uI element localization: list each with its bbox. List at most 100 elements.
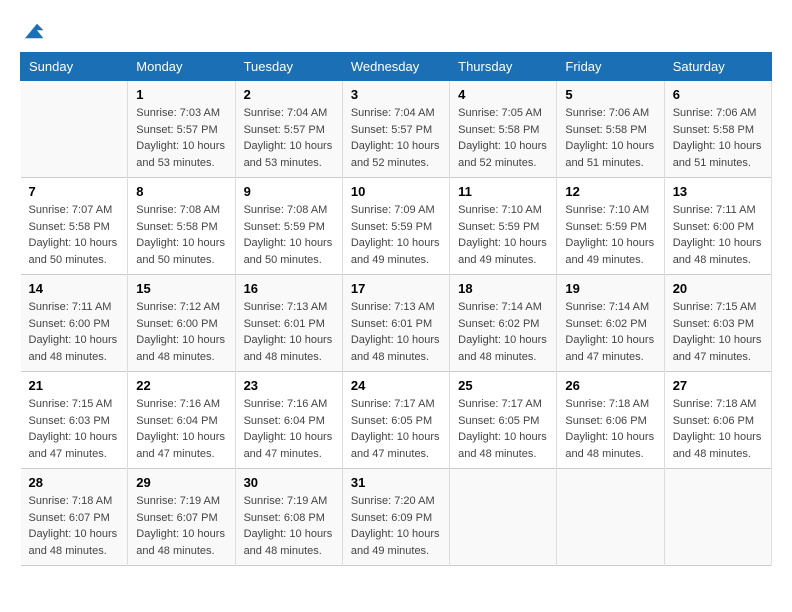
- calendar-cell: 9 Sunrise: 7:08 AMSunset: 5:59 PMDaylight…: [235, 178, 342, 275]
- day-info: Sunrise: 7:15 AMSunset: 6:03 PMDaylight:…: [29, 396, 120, 462]
- day-info: Sunrise: 7:03 AMSunset: 5:57 PMDaylight:…: [136, 105, 226, 171]
- day-number: 28: [29, 475, 120, 490]
- day-number: 31: [351, 475, 441, 490]
- day-info: Sunrise: 7:19 AMSunset: 6:08 PMDaylight:…: [244, 493, 334, 559]
- day-info: Sunrise: 7:14 AMSunset: 6:02 PMDaylight:…: [458, 299, 548, 365]
- day-number: 24: [351, 378, 441, 393]
- day-info: Sunrise: 7:08 AMSunset: 5:58 PMDaylight:…: [136, 202, 226, 268]
- page-header: [20, 20, 772, 42]
- calendar-cell: 29 Sunrise: 7:19 AMSunset: 6:07 PMDayligh…: [128, 469, 235, 566]
- day-info: Sunrise: 7:04 AMSunset: 5:57 PMDaylight:…: [351, 105, 441, 171]
- calendar-cell: 21 Sunrise: 7:15 AMSunset: 6:03 PMDayligh…: [21, 372, 128, 469]
- calendar-cell: 28 Sunrise: 7:18 AMSunset: 6:07 PMDayligh…: [21, 469, 128, 566]
- calendar-cell: 20Sunrise: 7:15 AMSunset: 6:03 PMDayligh…: [664, 275, 771, 372]
- calendar-cell: 3 Sunrise: 7:04 AMSunset: 5:57 PMDaylight…: [342, 81, 449, 178]
- calendar-cell: 11 Sunrise: 7:10 AMSunset: 5:59 PMDayligh…: [450, 178, 557, 275]
- day-number: 19: [565, 281, 655, 296]
- day-info: Sunrise: 7:14 AMSunset: 6:02 PMDaylight:…: [565, 299, 655, 365]
- calendar-cell: 14 Sunrise: 7:11 AMSunset: 6:00 PMDayligh…: [21, 275, 128, 372]
- day-info: Sunrise: 7:10 AMSunset: 5:59 PMDaylight:…: [458, 202, 548, 268]
- calendar-week-1: 1 Sunrise: 7:03 AMSunset: 5:57 PMDaylight…: [21, 81, 772, 178]
- calendar-cell: 25 Sunrise: 7:17 AMSunset: 6:05 PMDayligh…: [450, 372, 557, 469]
- day-info: Sunrise: 7:08 AMSunset: 5:59 PMDaylight:…: [244, 202, 334, 268]
- calendar-cell: 18 Sunrise: 7:14 AMSunset: 6:02 PMDayligh…: [450, 275, 557, 372]
- column-header-tuesday: Tuesday: [235, 53, 342, 81]
- day-number: 7: [29, 184, 120, 199]
- day-number: 9: [244, 184, 334, 199]
- day-info: Sunrise: 7:17 AMSunset: 6:05 PMDaylight:…: [458, 396, 548, 462]
- calendar-cell: [557, 469, 664, 566]
- calendar-cell: [21, 81, 128, 178]
- column-header-friday: Friday: [557, 53, 664, 81]
- day-info: Sunrise: 7:17 AMSunset: 6:05 PMDaylight:…: [351, 396, 441, 462]
- day-number: 26: [565, 378, 655, 393]
- day-info: Sunrise: 7:16 AMSunset: 6:04 PMDaylight:…: [136, 396, 226, 462]
- day-number: 30: [244, 475, 334, 490]
- day-number: 12: [565, 184, 655, 199]
- day-number: 27: [673, 378, 763, 393]
- calendar-week-3: 14 Sunrise: 7:11 AMSunset: 6:00 PMDayligh…: [21, 275, 772, 372]
- day-info: Sunrise: 7:13 AMSunset: 6:01 PMDaylight:…: [244, 299, 334, 365]
- day-info: Sunrise: 7:06 AMSunset: 5:58 PMDaylight:…: [565, 105, 655, 171]
- day-number: 13: [673, 184, 763, 199]
- column-header-saturday: Saturday: [664, 53, 771, 81]
- calendar-cell: 17Sunrise: 7:13 AMSunset: 6:01 PMDayligh…: [342, 275, 449, 372]
- day-number: 18: [458, 281, 548, 296]
- day-number: 16: [244, 281, 334, 296]
- day-number: 25: [458, 378, 548, 393]
- column-header-monday: Monday: [128, 53, 235, 81]
- calendar-cell: 31 Sunrise: 7:20 AMSunset: 6:09 PMDayligh…: [342, 469, 449, 566]
- day-number: 10: [351, 184, 441, 199]
- day-number: 6: [673, 87, 763, 102]
- calendar-body: 1 Sunrise: 7:03 AMSunset: 5:57 PMDaylight…: [21, 81, 772, 566]
- day-number: 20: [673, 281, 763, 296]
- day-info: Sunrise: 7:19 AMSunset: 6:07 PMDaylight:…: [136, 493, 226, 559]
- calendar-week-4: 21 Sunrise: 7:15 AMSunset: 6:03 PMDayligh…: [21, 372, 772, 469]
- day-info: Sunrise: 7:18 AMSunset: 6:07 PMDaylight:…: [29, 493, 120, 559]
- calendar-cell: 7Sunrise: 7:07 AMSunset: 5:58 PMDaylight…: [21, 178, 128, 275]
- day-number: 11: [458, 184, 548, 199]
- calendar-cell: 2Sunrise: 7:04 AMSunset: 5:57 PMDaylight…: [235, 81, 342, 178]
- calendar-cell: 4Sunrise: 7:05 AMSunset: 5:58 PMDaylight…: [450, 81, 557, 178]
- column-header-thursday: Thursday: [450, 53, 557, 81]
- day-info: Sunrise: 7:18 AMSunset: 6:06 PMDaylight:…: [565, 396, 655, 462]
- column-header-wednesday: Wednesday: [342, 53, 449, 81]
- day-number: 21: [29, 378, 120, 393]
- calendar-cell: 23 Sunrise: 7:16 AMSunset: 6:04 PMDayligh…: [235, 372, 342, 469]
- day-info: Sunrise: 7:05 AMSunset: 5:58 PMDaylight:…: [458, 105, 548, 171]
- day-info: Sunrise: 7:20 AMSunset: 6:09 PMDaylight:…: [351, 493, 441, 559]
- calendar-week-2: 7Sunrise: 7:07 AMSunset: 5:58 PMDaylight…: [21, 178, 772, 275]
- logo-text: [20, 20, 45, 44]
- day-number: 23: [244, 378, 334, 393]
- day-number: 3: [351, 87, 441, 102]
- calendar-cell: 26 Sunrise: 7:18 AMSunset: 6:06 PMDayligh…: [557, 372, 664, 469]
- day-number: 1: [136, 87, 226, 102]
- calendar-cell: 12 Sunrise: 7:10 AMSunset: 5:59 PMDayligh…: [557, 178, 664, 275]
- day-info: Sunrise: 7:11 AMSunset: 6:00 PMDaylight:…: [673, 202, 763, 268]
- calendar-cell: 5 Sunrise: 7:06 AMSunset: 5:58 PMDaylight…: [557, 81, 664, 178]
- day-number: 17: [351, 281, 441, 296]
- day-info: Sunrise: 7:18 AMSunset: 6:06 PMDaylight:…: [673, 396, 763, 462]
- calendar-cell: 30 Sunrise: 7:19 AMSunset: 6:08 PMDayligh…: [235, 469, 342, 566]
- calendar-cell: 22Sunrise: 7:16 AMSunset: 6:04 PMDayligh…: [128, 372, 235, 469]
- logo: [20, 20, 45, 42]
- calendar-cell: 10 Sunrise: 7:09 AMSunset: 5:59 PMDayligh…: [342, 178, 449, 275]
- day-info: Sunrise: 7:04 AMSunset: 5:57 PMDaylight:…: [244, 105, 334, 171]
- day-info: Sunrise: 7:09 AMSunset: 5:59 PMDaylight:…: [351, 202, 441, 268]
- day-number: 29: [136, 475, 226, 490]
- day-number: 15: [136, 281, 226, 296]
- day-number: 14: [29, 281, 120, 296]
- calendar-cell: 8Sunrise: 7:08 AMSunset: 5:58 PMDaylight…: [128, 178, 235, 275]
- column-header-sunday: Sunday: [21, 53, 128, 81]
- calendar-week-5: 28 Sunrise: 7:18 AMSunset: 6:07 PMDayligh…: [21, 469, 772, 566]
- calendar-cell: 27 Sunrise: 7:18 AMSunset: 6:06 PMDayligh…: [664, 372, 771, 469]
- calendar-cell: 19 Sunrise: 7:14 AMSunset: 6:02 PMDayligh…: [557, 275, 664, 372]
- day-info: Sunrise: 7:06 AMSunset: 5:58 PMDaylight:…: [673, 105, 763, 171]
- calendar-cell: 24 Sunrise: 7:17 AMSunset: 6:05 PMDayligh…: [342, 372, 449, 469]
- day-info: Sunrise: 7:11 AMSunset: 6:00 PMDaylight:…: [29, 299, 120, 365]
- day-number: 5: [565, 87, 655, 102]
- day-info: Sunrise: 7:16 AMSunset: 6:04 PMDaylight:…: [244, 396, 334, 462]
- day-info: Sunrise: 7:10 AMSunset: 5:59 PMDaylight:…: [565, 202, 655, 268]
- calendar-cell: 1 Sunrise: 7:03 AMSunset: 5:57 PMDaylight…: [128, 81, 235, 178]
- calendar-cell: 16 Sunrise: 7:13 AMSunset: 6:01 PMDayligh…: [235, 275, 342, 372]
